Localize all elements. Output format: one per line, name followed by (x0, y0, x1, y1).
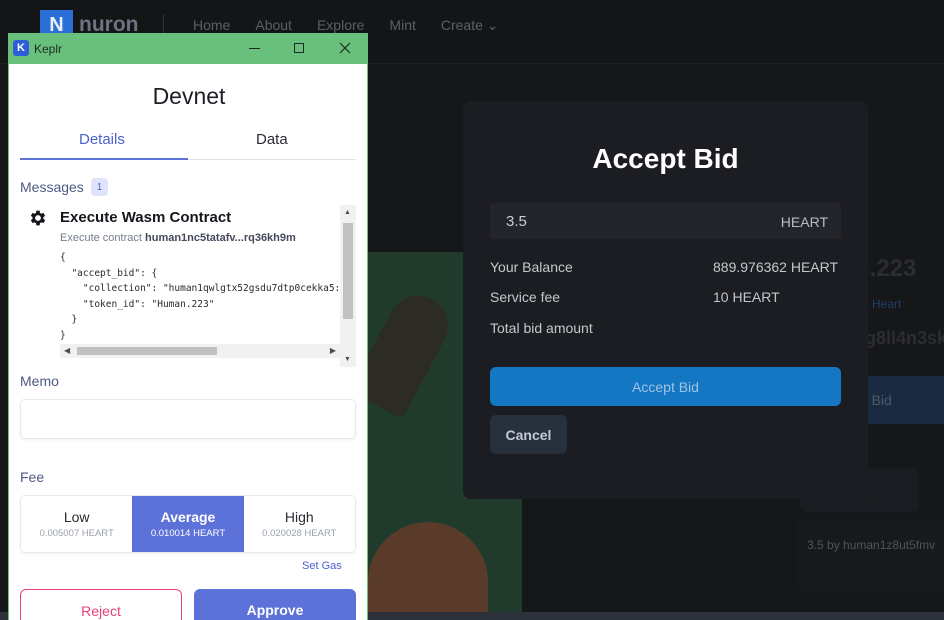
vertical-scroll-thumb[interactable] (343, 223, 353, 319)
nft-owner-address: 5g8ll4n3sk (855, 328, 944, 348)
scroll-up-icon[interactable]: ▲ (344, 209, 351, 216)
bid-amount-field[interactable]: 3.5 HEART (490, 203, 841, 239)
bid-history-item: 3.5 by human1z8ut5fmv (807, 538, 936, 552)
balance-value: 889.976362 HEART (713, 259, 839, 275)
cancel-button[interactable]: Cancel (490, 415, 567, 454)
fee-option-high[interactable]: High 0.020028 HEART (243, 496, 355, 552)
fee-option-amount: 0.020028 HEART (262, 528, 337, 539)
fee-option-name: Average (160, 509, 216, 525)
message-subtitle: Execute contract human1nc5tatafv...rq36k… (60, 232, 296, 244)
site-nav-links: Home About Explore Mint Create ⌄ (193, 17, 524, 34)
message-panel: Execute Wasm Contract Execute contract h… (20, 205, 356, 367)
fee-option-name: High (284, 509, 314, 525)
balance-label: Your Balance (490, 259, 573, 275)
keplr-window: K Keplr Devnet Details Data Messages 1 E… (8, 33, 368, 620)
fee-label: Fee (20, 469, 45, 485)
horizontal-scroll-thumb[interactable] (77, 347, 217, 355)
scroll-down-icon[interactable]: ▼ (344, 356, 351, 363)
close-icon (339, 42, 351, 54)
active-tab-indicator (20, 158, 188, 160)
window-titlebar[interactable]: K Keplr (9, 33, 367, 64)
fee-option-amount: 0.005007 HEART (39, 528, 114, 539)
nav-create-label: Create (440, 17, 483, 33)
modal-title: Accept Bid (592, 143, 739, 174)
set-gas-link[interactable]: Set Gas (302, 560, 342, 572)
bid-history-panel (798, 520, 944, 590)
total-bid-label: Total bid amount (490, 320, 593, 336)
nft-figure (368, 284, 459, 420)
horizontal-scrollbar[interactable]: ◀ ▶ (60, 344, 340, 358)
chevron-down-icon: ⌄ (486, 17, 499, 33)
window-title: Keplr (34, 42, 63, 56)
bid-amount-unit: HEART (780, 214, 828, 230)
tab-data[interactable]: Data (256, 131, 288, 148)
maximize-button[interactable] (284, 37, 314, 59)
nav-mint[interactable]: Mint (389, 17, 415, 34)
message-subtitle-prefix: Execute contract (60, 232, 145, 244)
memo-input[interactable] (20, 399, 356, 439)
message-json: { "accept_bid": { "collection": "human1q… (60, 252, 340, 341)
accept-bid-button[interactable]: Accept Bid (490, 367, 841, 406)
messages-label: Messages (20, 179, 84, 195)
nft-shoulder (368, 522, 488, 612)
contract-address: human1nc5tatafv...rq36kh9m (145, 232, 296, 244)
service-fee-label: Service fee (490, 289, 561, 305)
messages-count-badge: 1 (91, 178, 108, 196)
bid-amount-value: 3.5 (506, 213, 527, 230)
fee-option-amount: 0.010014 HEART (150, 528, 226, 539)
vertical-scrollbar[interactable]: ▲ ▼ (340, 205, 356, 367)
fee-option-average[interactable]: Average 0.010014 HEART (132, 496, 244, 552)
minimize-icon (248, 47, 260, 49)
nav-home[interactable]: Home (193, 17, 230, 34)
keplr-app-icon: K (13, 40, 29, 56)
minimize-button[interactable] (239, 37, 269, 59)
fee-option-low[interactable]: Low 0.005007 HEART (21, 496, 133, 552)
scroll-left-icon[interactable]: ◀ (64, 346, 70, 355)
memo-label: Memo (20, 373, 59, 389)
accept-bid-modal: Accept Bid 3.5 HEART Your Balance 889.97… (463, 101, 868, 499)
approve-button[interactable]: Approve (194, 589, 356, 620)
fee-selector: Low 0.005007 HEART Average 0.010014 HEAR… (20, 495, 356, 553)
fee-option-name: Low (63, 509, 90, 525)
maximize-icon (294, 43, 304, 53)
nav-about[interactable]: About (255, 17, 292, 34)
chain-name: Devnet (152, 83, 226, 109)
nav-create[interactable]: Create ⌄ (441, 17, 499, 34)
tab-details[interactable]: Details (79, 131, 125, 148)
nav-explore[interactable]: Explore (317, 17, 364, 34)
gear-icon (30, 210, 46, 226)
reject-button[interactable]: Reject (20, 589, 182, 620)
service-fee-value: 10 HEART (713, 289, 780, 305)
close-button[interactable] (330, 37, 360, 59)
scroll-right-icon[interactable]: ▶ (330, 346, 336, 355)
message-title: Execute Wasm Contract (60, 209, 232, 226)
